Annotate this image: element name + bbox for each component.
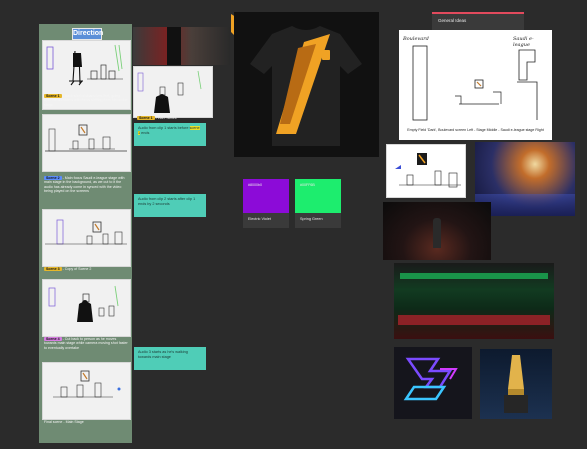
green-arena-photo[interactable] [394,263,554,339]
final-frames-caption: Scene 1 Final Frames [137,116,177,121]
sketch-label-right: Saudi e-league [513,36,534,48]
swatch-card-green[interactable]: #00FF6B Spring Green [295,179,341,228]
person-silhouette [433,218,441,248]
final-frame-photo-top[interactable] [133,27,230,65]
storyboard-frame-2[interactable] [42,114,131,172]
storyboard-panel[interactable]: Direction Scene 1 - Back shot of charact… [39,24,132,443]
storyboard-frame-3[interactable] [42,209,131,267]
legs-silhouette [167,27,181,65]
storyboard-frame-4[interactable] [42,279,131,337]
final-scene-text: - Main Stage [63,420,84,424]
jersey-image[interactable] [234,12,379,157]
audio-note-1-text: Audio from clip 1 starts before scene 1 … [138,126,200,135]
audio-note-2-text: Audio from clip 2 starts after clip 1 en… [138,197,196,206]
scene-4-caption: Scene 4 - Cut back to person as he moves… [44,337,128,350]
stage-sketch-small[interactable] [386,144,466,198]
scene-2-caption: Scene 2 - Main focus Saudi e-league stag… [44,176,128,194]
audio-note-1[interactable]: Audio from clip 1 starts before scene 1 … [134,123,206,146]
scene-3-text: - Copy of Scene 2 [62,267,92,271]
audio-note-highlight: scene 1 [138,126,200,135]
swatch-violet-color: #8000b0 [243,179,289,213]
trophy-photo[interactable] [480,349,552,419]
general-ideas-caption: Empty Field 'Dark', Boulevard screen Lef… [407,128,544,132]
audio-note-3[interactable]: Audio 3 starts as he's walking towards m… [134,347,206,370]
swatch-green-color: #00FF6B [295,179,341,213]
storyboard-title: Direction [72,28,103,40]
general-ideas-header[interactable]: General Ideas [432,12,524,30]
audio-note-2[interactable]: Audio from clip 2 starts after clip 1 en… [134,194,206,217]
arena-green-light [400,273,548,279]
final-frame-sketch[interactable] [133,66,213,118]
final-scene-caption: Final scene - Main Stage [44,420,128,424]
audio-note-3-text: Audio 3 starts as he's walking towards m… [138,350,188,359]
general-ideas-card[interactable]: Boulevard Saudi e-league Empty Field 'Da… [399,30,552,140]
swatch-green-hex: #00FF6B [300,183,315,187]
sketch-label-left: Boulevard [403,36,429,42]
arena-red-screens [398,315,550,325]
dark-stage-photo[interactable] [383,202,491,260]
final-scene-tag: Final scene [44,420,63,424]
scene-3-tag: Scene 3 [44,267,62,272]
swatch-card-violet[interactable]: #8000b0 Electric Violet [243,179,289,228]
swatch-violet-hex: #8000b0 [248,183,262,187]
swatch-green-name: Spring Green [300,217,323,221]
general-ideas-title: General Ideas [438,18,467,23]
storyboard-frame-5[interactable] [42,362,131,420]
final-frames-tag: Scene 1 [137,116,155,121]
scene-3-caption: Scene 3 - Copy of Scene 2 [44,267,128,272]
scene-1-caption: Scene 1 - Back shot of characters feet, … [44,94,128,107]
neon-logo-image[interactable] [394,347,472,419]
final-frames-label: Final Frames [155,116,177,120]
swatch-violet-name: Electric Violet [248,217,271,221]
